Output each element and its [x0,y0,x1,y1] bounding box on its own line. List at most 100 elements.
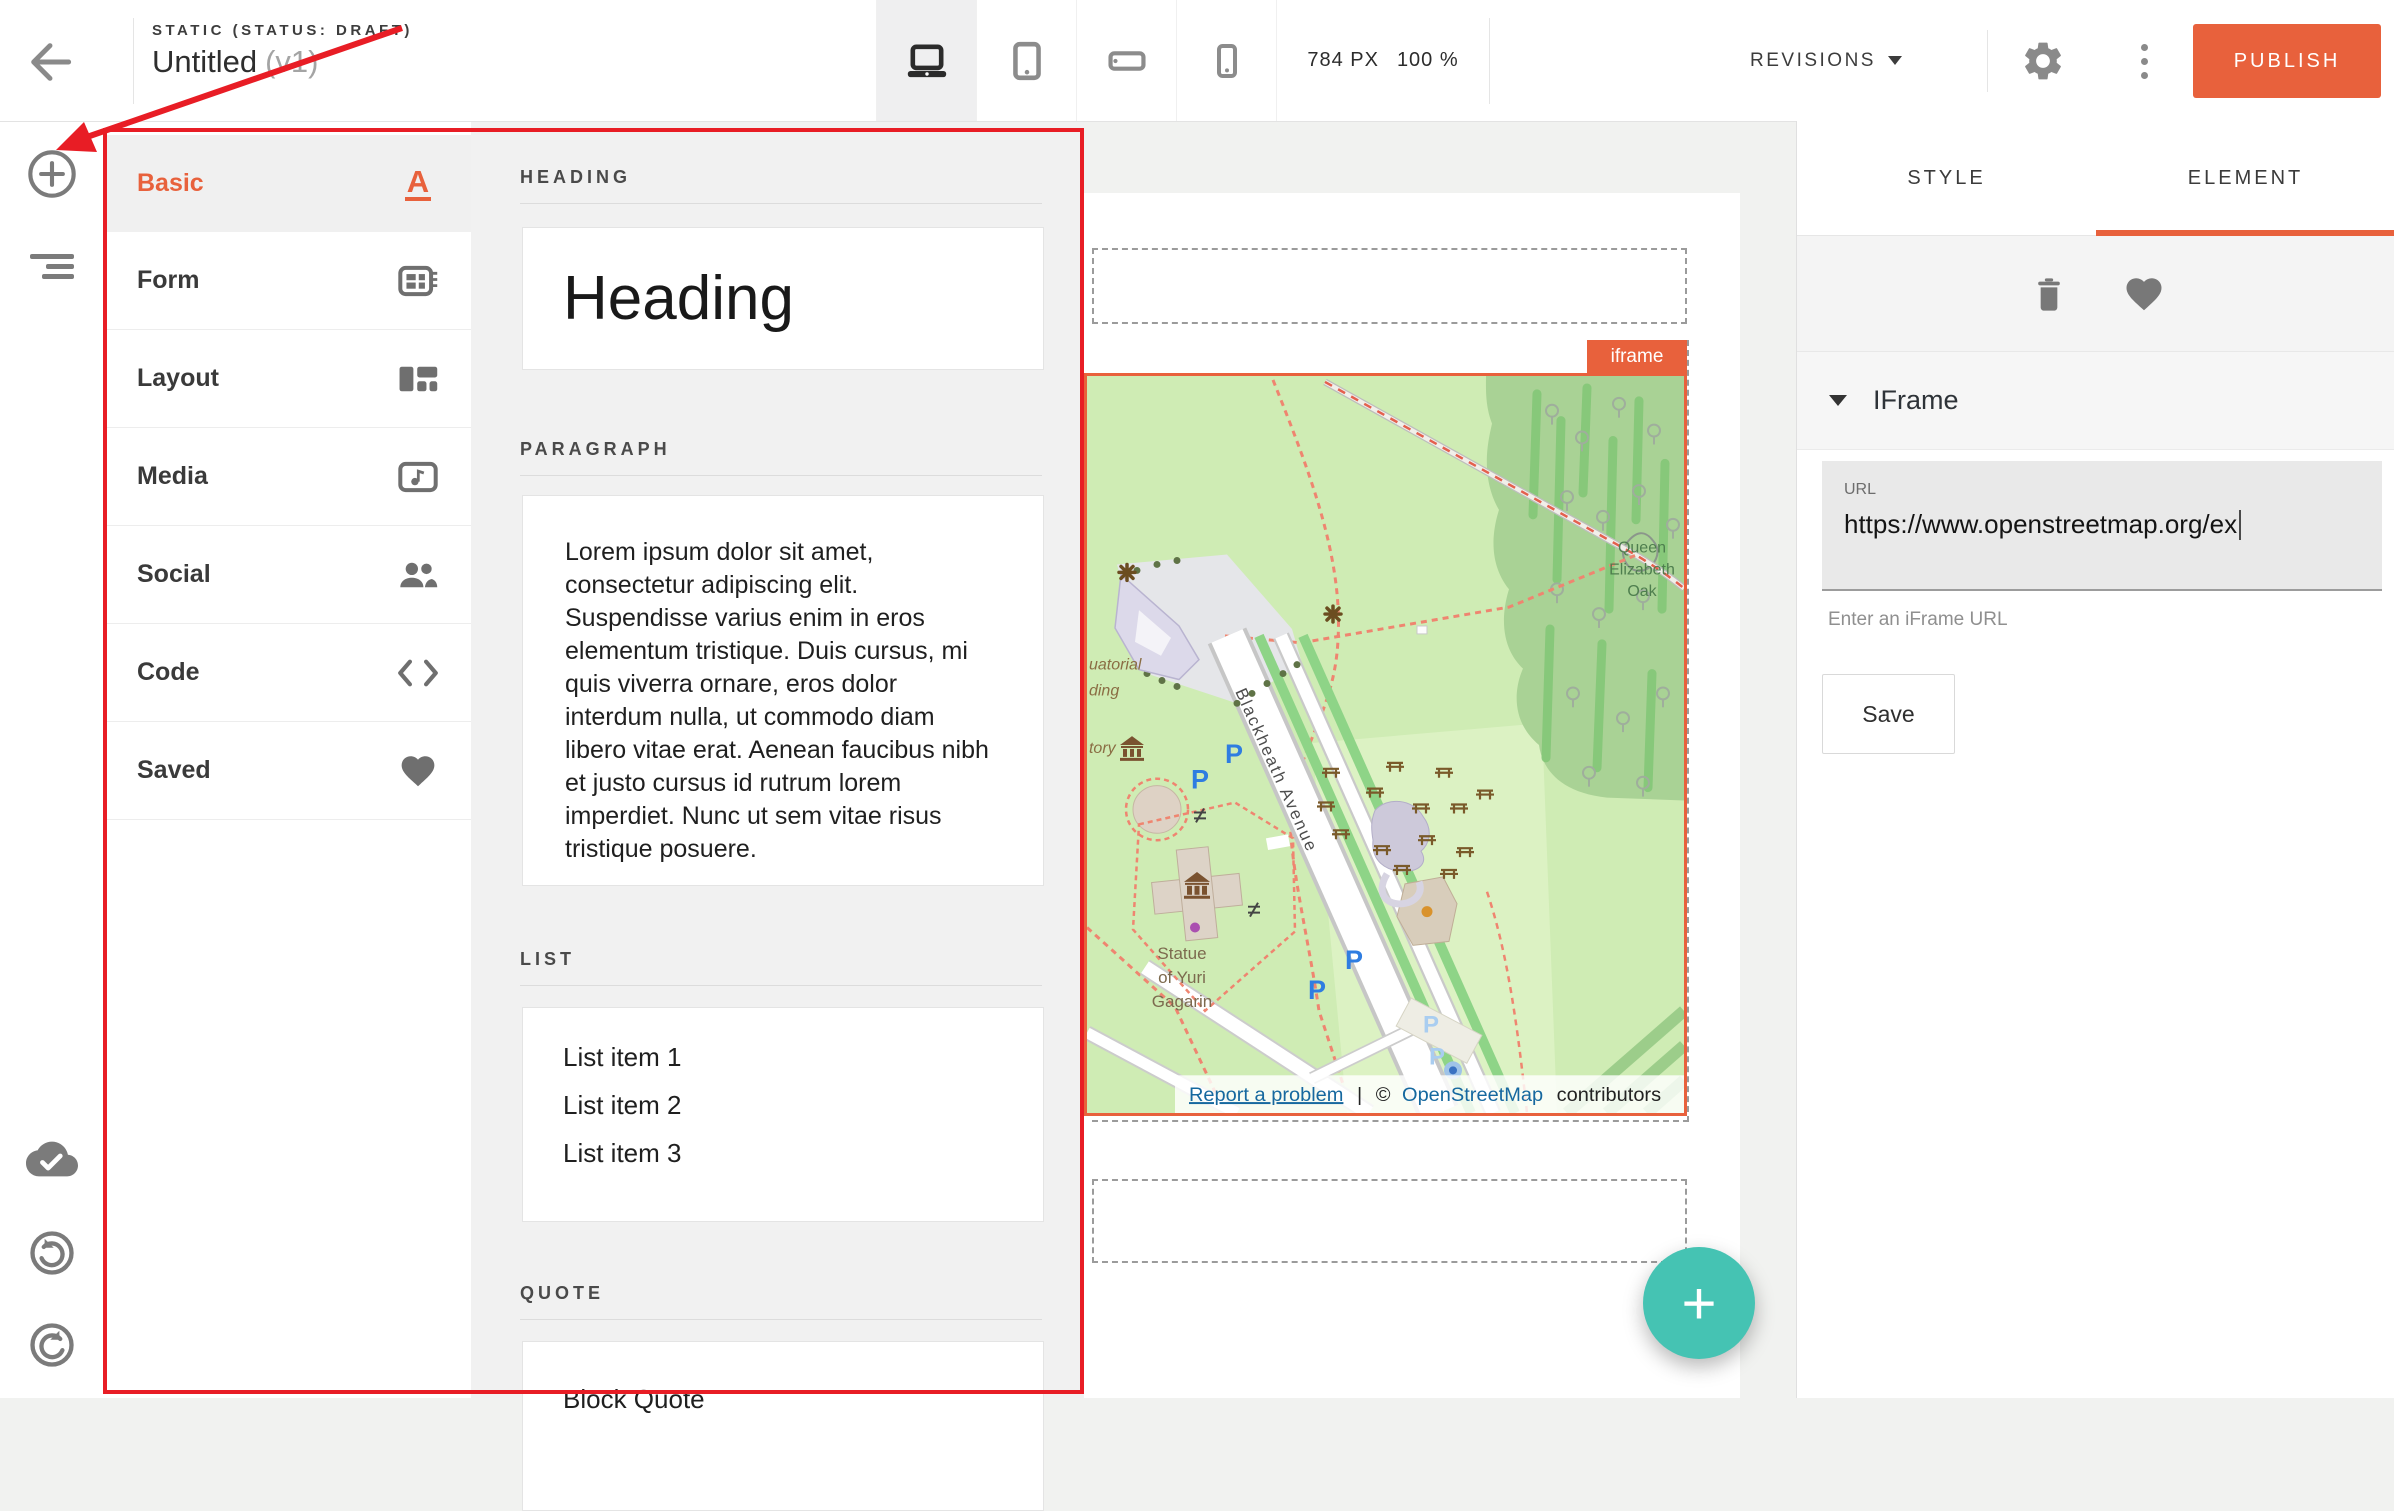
text-cursor [2239,510,2241,540]
svg-text:Oak: Oak [1627,583,1656,600]
publish-button[interactable]: PUBLISH [2193,24,2381,98]
svg-text:uatorial: uatorial [1089,657,1142,674]
category-social[interactable]: Social [103,526,471,624]
divider [520,203,1042,204]
category-code[interactable]: Code [103,624,471,722]
reorder-icon [30,254,74,259]
people-icon [397,554,439,596]
section-label-list: LIST [520,949,575,970]
map-attribution: Report a problem | © OpenStreetMap contr… [1189,1084,1661,1106]
cloud-check-icon [26,1133,78,1185]
heading-element-card[interactable]: Heading [522,227,1044,370]
iframe-element-badge[interactable]: iframe [1587,340,1687,374]
heading-preview: Heading [563,263,794,334]
category-media[interactable]: Media [103,428,471,526]
tab-element[interactable]: ELEMENT [2096,121,2394,235]
memorial-dot [1190,923,1200,933]
empty-drop-zone[interactable] [1092,248,1687,324]
empty-drop-zone[interactable] [1092,1179,1687,1263]
redo-icon [26,1319,78,1371]
openstreetmap-map: P P P P P P Queen Elizabeth Oak Statue o… [1087,376,1684,1113]
delete-element-button[interactable] [2029,274,2069,314]
layout-icon [397,358,439,400]
left-toolbar [0,121,103,1398]
add-section-fab[interactable]: + [1643,1247,1755,1359]
iframe-map-embed[interactable]: P P P P P P Queen Elizabeth Oak Statue o… [1084,373,1687,1116]
url-helper-text: Enter an iFrame URL [1828,609,2008,631]
page-title-block: STATIC (STATUS: DRAFT) Untitled(v1) [152,22,413,80]
quote-preview: Block Quote [563,1384,1043,1415]
report-problem-link[interactable]: Report a problem [1189,1084,1343,1106]
tab-style[interactable]: STYLE [1797,121,2096,235]
svg-text:Elizabeth: Elizabeth [1609,561,1675,578]
page-version: (v1) [265,44,318,79]
section-label-quote: QUOTE [520,1283,604,1304]
section-label-heading: HEADING [520,167,631,188]
laptop-icon [904,38,950,84]
svg-text:P: P [1191,765,1209,795]
list-element-card[interactable]: List item 1 List item 2 List item 3 [522,1007,1044,1222]
add-element-button[interactable] [26,148,78,200]
phone-landscape-icon [1106,40,1148,82]
svg-text:Queen: Queen [1618,540,1666,557]
quote-element-card[interactable]: Block Quote [522,1341,1044,1511]
device-phone-landscape-button[interactable] [1076,0,1176,121]
viewport-width-value: 784 PX [1307,49,1379,72]
device-tablet-button[interactable] [976,0,1076,121]
page-status: STATIC (STATUS: DRAFT) [152,22,413,39]
plus-icon: + [1681,1269,1716,1338]
heart-icon [397,750,439,792]
svg-text:ding: ding [1089,682,1119,699]
bandstand [1133,786,1181,834]
back-arrow-icon [22,34,78,90]
svg-text:P: P [1225,739,1243,769]
revisions-dropdown[interactable]: REVISIONS [1750,0,1902,121]
chevron-down-icon [1888,56,1902,65]
section-title: IFrame [1873,385,1959,416]
redo-button[interactable] [26,1319,78,1371]
save-button[interactable]: Save [1822,674,1955,754]
device-preview-switcher [876,0,1277,121]
divider [1987,30,1988,92]
paragraph-element-card[interactable]: Lorem ipsum dolor sit amet, consectetur … [522,495,1044,886]
svg-text:P: P [1429,1043,1445,1070]
heart-icon [2123,274,2165,314]
page-title[interactable]: Untitled [152,44,257,79]
form-icon [397,260,439,302]
viewport-size-indicator: 784 PX 100 % [1278,0,1488,121]
list-item-preview: List item 1 [563,1042,1043,1090]
zoom-level-value: 100 % [1397,49,1459,72]
phone-portrait-icon [1207,41,1247,81]
iframe-settings-section[interactable]: IFrame [1797,352,2394,450]
publish-label: PUBLISH [2234,50,2341,73]
element-actions-band [1797,236,2394,352]
settings-button[interactable] [2020,38,2066,84]
url-field-label: URL [1844,481,2382,499]
category-basic[interactable]: Basic A [103,135,471,232]
undo-button[interactable] [26,1227,78,1279]
openstreetmap-link[interactable]: OpenStreetMap [1402,1084,1543,1106]
list-item-preview: List item 3 [563,1138,1043,1186]
category-saved[interactable]: Saved [103,722,471,820]
svg-text:P: P [1308,975,1326,1005]
divider [520,475,1042,476]
undo-icon [26,1227,78,1279]
more-options-button[interactable] [2132,38,2156,84]
paragraph-preview: Lorem ipsum dolor sit amet, consectetur … [565,536,1001,866]
plus-circle-icon [26,148,78,200]
autosave-status [26,1133,78,1185]
svg-text:P: P [1345,945,1363,975]
section-label-paragraph: PARAGRAPH [520,439,671,460]
category-form[interactable]: Form [103,232,471,330]
back-button[interactable] [22,34,78,90]
svg-text:Gagarin: Gagarin [1152,992,1212,1011]
save-to-favorites-button[interactable] [2123,274,2165,314]
layers-reorder-button[interactable] [30,249,74,283]
inspector-panel: STYLE ELEMENT IFrame [1796,121,2394,1398]
iframe-url-input[interactable]: URL https://www.openstreetmap.org/ex [1822,461,2382,591]
svg-text:Statue: Statue [1157,944,1206,963]
category-layout[interactable]: Layout [103,330,471,428]
device-desktop-button[interactable] [876,0,976,121]
divider [520,1319,1042,1320]
device-phone-portrait-button[interactable] [1176,0,1277,121]
